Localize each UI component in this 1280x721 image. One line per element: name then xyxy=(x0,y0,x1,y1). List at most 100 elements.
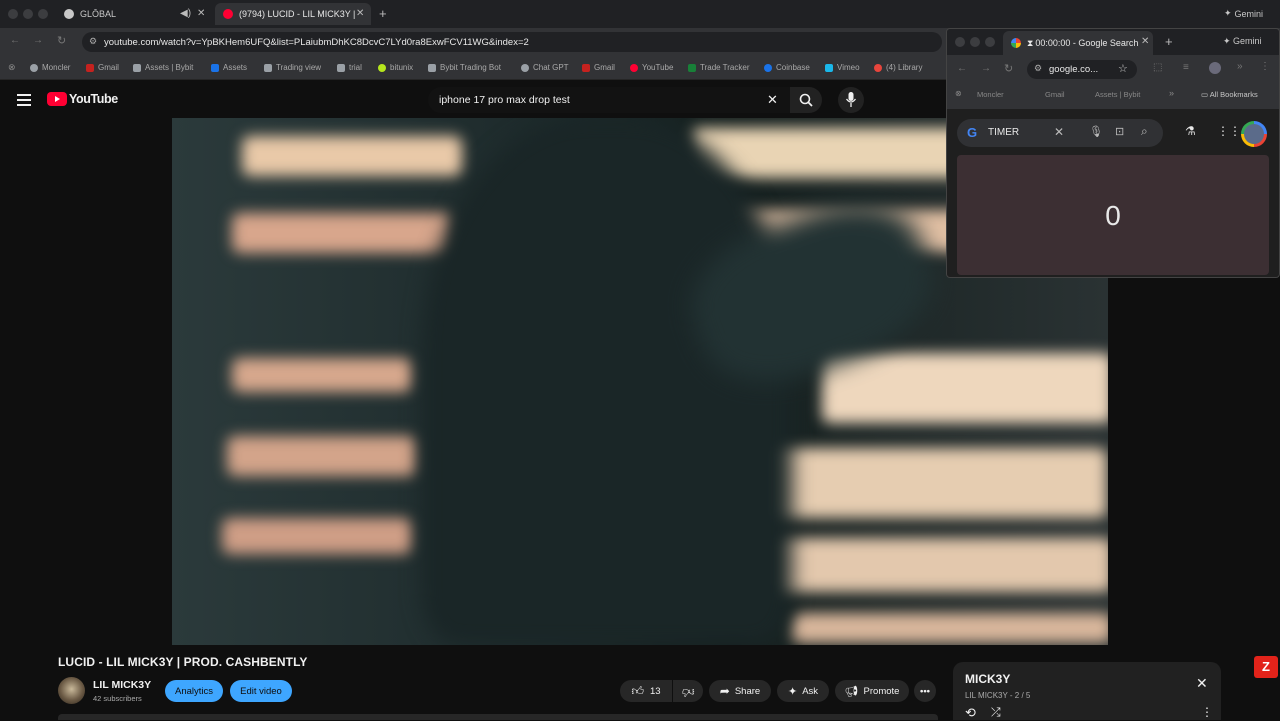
browser-tab-bar: GLŌBAL ◀) ✕ (9794) LUCID - LIL MICK3Y | … xyxy=(0,0,1280,28)
tab-google-search[interactable]: ⧗ 00:00:00 - Google Search xyxy=(1003,31,1153,55)
bookmark-favicon-icon xyxy=(211,63,219,72)
camera-lens-icon[interactable]: ⊡ xyxy=(1115,125,1124,138)
gemini-button[interactable]: ✦ Gemini xyxy=(1224,8,1263,19)
back-icon[interactable]: ← xyxy=(957,63,967,74)
bookmark-item[interactable]: Gmail xyxy=(1045,90,1065,99)
new-tab-icon[interactable]: + xyxy=(379,6,387,21)
edit-video-button[interactable]: Edit video xyxy=(230,680,292,702)
overflow-chevron-icon[interactable]: » xyxy=(1237,61,1243,72)
popup-tab-bar: ⧗ 00:00:00 - Google Search ✕ + ✦ Gemini xyxy=(947,29,1279,55)
blind-slat xyxy=(792,613,1108,643)
overflow-chevron-icon[interactable]: » xyxy=(1169,88,1174,98)
tab-search-icon[interactable]: ≡ xyxy=(1183,62,1189,73)
bookmark-item[interactable]: Vimeo xyxy=(825,63,860,72)
more-actions-button[interactable]: ••• xyxy=(914,680,936,702)
share-button[interactable]: ➦ Share xyxy=(709,680,771,702)
bookmark-item[interactable]: (4) Library xyxy=(874,63,922,72)
address-input[interactable]: ⚙ youtube.com/watch?v=YpBKHem6UFQ&list=P… xyxy=(82,32,942,52)
window-minimize-dot[interactable] xyxy=(23,9,33,19)
close-tab-icon[interactable]: ✕ xyxy=(197,8,205,19)
youtube-icon xyxy=(630,63,638,72)
analytics-button[interactable]: Analytics xyxy=(165,680,223,702)
channel-avatar[interactable] xyxy=(58,677,85,704)
bookmark-star-icon[interactable]: ☆ xyxy=(1118,62,1128,75)
speaker-icon[interactable]: ◀) xyxy=(180,8,191,19)
chatgpt-icon xyxy=(521,63,529,72)
site-info-icon[interactable]: ⚙ xyxy=(89,36,97,47)
zoom-app-icon[interactable]: Z xyxy=(1254,656,1278,678)
clear-search-icon[interactable]: ✕ xyxy=(767,92,778,108)
hourglass-icon: ⧗ xyxy=(1027,37,1034,48)
bookmark-item[interactable]: Trading view xyxy=(264,63,321,72)
clear-search-icon[interactable]: ✕ xyxy=(1054,125,1064,139)
gemini-button[interactable]: ✦ Gemini xyxy=(1223,36,1262,47)
bookmark-item[interactable]: Gmail xyxy=(86,63,119,72)
google-search-box[interactable]: G TIMER ✕ 🎙︎ ⊡ ⌕ xyxy=(957,119,1163,147)
bookmark-item[interactable]: Assets | Bybit xyxy=(1095,90,1140,99)
close-playlist-icon[interactable]: ✕ xyxy=(1196,675,1208,692)
thumbs-up-icon: 👍︎ xyxy=(631,683,644,698)
playlist-menu-icon[interactable]: ⋮ xyxy=(1201,705,1213,719)
youtube-search-input[interactable]: iphone 17 pro max drop test xyxy=(428,87,790,113)
bookmark-item[interactable]: Moncler xyxy=(30,63,70,72)
dislike-button[interactable]: 👍︎ xyxy=(673,680,703,702)
sparkle-icon: ✦ xyxy=(1223,36,1234,46)
blind-slat xyxy=(772,538,1108,592)
reload-icon[interactable]: ↻ xyxy=(1004,62,1013,75)
bookmark-item[interactable]: Moncler xyxy=(977,90,1004,99)
labs-flask-icon[interactable]: ⚗ xyxy=(1185,124,1196,138)
bookmark-item[interactable]: trial xyxy=(337,63,362,72)
youtube-logo[interactable]: YouTube xyxy=(47,92,118,106)
voice-search-button[interactable] xyxy=(838,87,864,113)
bookmark-item[interactable]: Assets | Bybit xyxy=(133,63,193,72)
close-tab-icon[interactable]: ✕ xyxy=(1141,36,1149,47)
search-button[interactable] xyxy=(790,87,822,113)
window-zoom-dot[interactable] xyxy=(985,37,995,47)
forward-icon[interactable]: → xyxy=(981,63,991,74)
all-bookmarks-link[interactable]: ▭ All Bookmarks xyxy=(1201,90,1258,99)
bookmark-item[interactable]: YouTube xyxy=(630,63,673,72)
bookmark-item[interactable]: Gmail xyxy=(582,63,615,72)
menu-icon[interactable] xyxy=(17,94,31,106)
account-avatar[interactable] xyxy=(1241,121,1267,147)
tab-label: (9794) LUCID - LIL MICK3Y | xyxy=(239,9,356,19)
bookmark-favicon-icon xyxy=(337,63,345,72)
timer-widget[interactable]: 0 xyxy=(957,155,1269,275)
microphone-icon[interactable]: 🎙︎ xyxy=(1089,125,1103,138)
forward-icon[interactable]: → xyxy=(33,35,43,46)
window-close-dot[interactable] xyxy=(8,9,18,19)
window-close-dot[interactable] xyxy=(955,37,965,47)
profile-avatar[interactable] xyxy=(1209,62,1221,74)
reload-icon[interactable]: ↻ xyxy=(57,34,66,47)
channel-name[interactable]: LIL MICK3Y xyxy=(93,679,151,691)
tab-youtube[interactable]: (9794) LUCID - LIL MICK3Y | xyxy=(215,3,371,25)
blind-slat xyxy=(227,436,417,476)
bookmark-item[interactable]: Bybit Trading Bot xyxy=(428,63,501,72)
playlist-title[interactable]: MICK3Y xyxy=(965,672,1010,686)
like-button[interactable]: 👍︎ 13 xyxy=(620,680,672,702)
extensions-icon[interactable]: ⬚ xyxy=(1153,62,1162,73)
bookmark-item[interactable]: Assets xyxy=(211,63,247,72)
description-box[interactable] xyxy=(58,714,938,720)
apps-icon[interactable]: ⊗ xyxy=(955,89,962,98)
bookmark-item[interactable]: Coinbase xyxy=(764,63,810,72)
apps-icon[interactable]: ⊗ xyxy=(8,62,16,73)
bookmark-item[interactable]: Trade Tracker xyxy=(688,63,750,72)
shuffle-icon[interactable]: ⤮ xyxy=(991,705,1001,720)
window-minimize-dot[interactable] xyxy=(970,37,980,47)
back-icon[interactable]: ← xyxy=(10,35,20,46)
loop-icon[interactable]: ⟲ xyxy=(965,705,976,721)
thumbs-down-icon: 👍︎ xyxy=(681,684,695,699)
bookmark-item[interactable]: Chat GPT xyxy=(521,63,569,72)
bookmark-favicon-icon xyxy=(264,63,272,72)
gmail-icon xyxy=(582,63,590,72)
promote-button[interactable]: 📢︎ Promote xyxy=(835,680,909,702)
bookmark-item[interactable]: bitunix xyxy=(378,63,413,72)
ask-button[interactable]: ✦ Ask xyxy=(777,680,829,702)
close-tab-icon[interactable]: ✕ xyxy=(356,8,364,19)
new-tab-icon[interactable]: + xyxy=(1165,34,1173,49)
blind-slat xyxy=(762,448,1107,518)
browser-menu-icon[interactable]: ⋮ xyxy=(1260,61,1270,72)
search-icon[interactable]: ⌕ xyxy=(1141,124,1148,139)
window-zoom-dot[interactable] xyxy=(38,9,48,19)
